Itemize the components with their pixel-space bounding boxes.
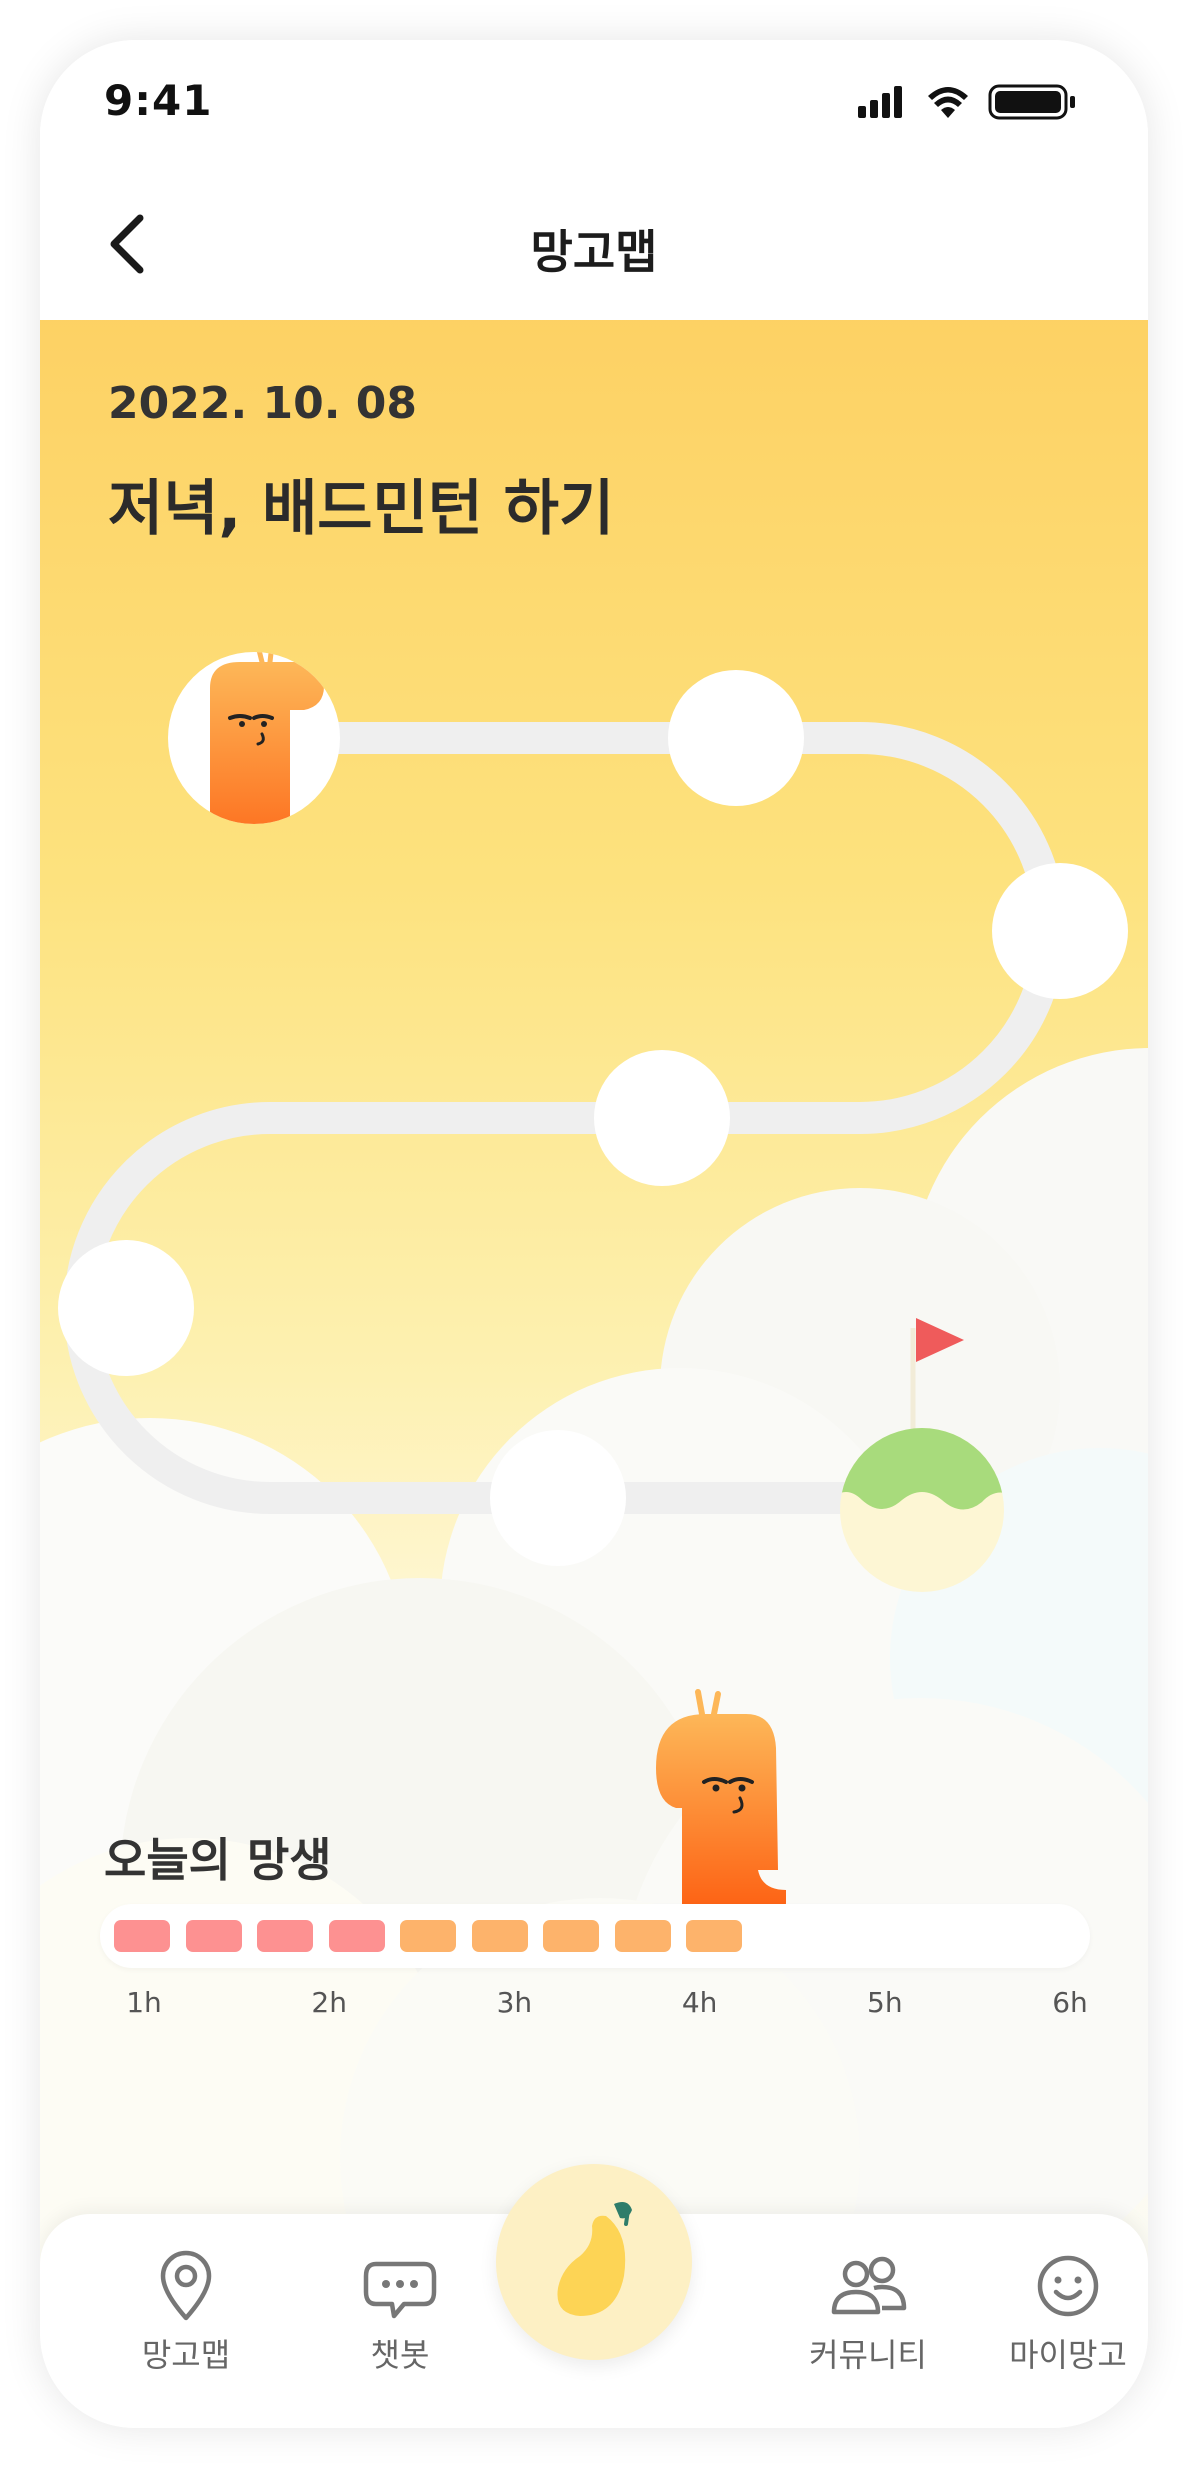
signal-icon [858, 86, 902, 118]
tab-mango-map[interactable]: 망고맵 [96, 2248, 276, 2398]
tab-community[interactable]: 커뮤니티 [778, 2248, 958, 2398]
tab-label: 망고맵 [141, 2336, 231, 2374]
navigation-bar: 망고맵 [40, 180, 1148, 320]
map-waypoint[interactable] [992, 863, 1128, 999]
progress-segment [114, 1920, 170, 1952]
progress-tick-label: 6h [1052, 1986, 1088, 2019]
progress-time-axis: 1h 2h 3h 4h 5h 6h [100, 1986, 1090, 2026]
community-icon [831, 2256, 907, 2315]
progress-segment [614, 1920, 671, 1952]
map-pin-icon [160, 2250, 212, 2321]
mango-map-illustration [40, 644, 1148, 2278]
map-waypoint[interactable] [594, 1050, 730, 1186]
map-waypoint[interactable] [58, 1240, 194, 1376]
progress-tick-label: 3h [496, 1986, 533, 2019]
mango-icon [557, 2202, 632, 2316]
progress-tick-label: 1h [126, 1986, 162, 2019]
status-bar: 9:41 [40, 40, 1148, 180]
progress-segment [257, 1920, 313, 1952]
progress-segment [686, 1920, 742, 1952]
wifi-icon [928, 87, 968, 118]
today-progress-label: 오늘의 망생 [104, 1833, 332, 1887]
mango-map-content: 2022. 10. 08 저녁, 배드민턴 하기 오늘의 망생 1h 2h 3h 4h… [40, 278, 1148, 2278]
center-mango-button[interactable] [496, 2164, 692, 2360]
today-progress-bar [100, 1904, 1090, 1968]
tab-chatbot[interactable]: 챗봇 [310, 2248, 490, 2398]
progress-tick-label: 2h [311, 1986, 347, 2019]
plan-date: 2022. 10. 08 [108, 378, 417, 429]
smiley-icon [1037, 2255, 1099, 2317]
tab-label: 커뮤니티 [809, 2336, 927, 2374]
status-icons [858, 84, 1075, 120]
cloud-background [40, 1048, 1148, 2278]
start-node-avatar[interactable] [168, 644, 340, 838]
tab-label: 챗봇 [370, 2336, 430, 2374]
phone-screen: 9:41 망고맵 2022. 10. 08 저녁, 배드민턴 하기 오늘의 망생… [40, 40, 1148, 2428]
battery-icon [988, 84, 1075, 120]
map-waypoint[interactable] [668, 670, 804, 806]
progress-segment [543, 1920, 599, 1952]
progress-tick-label: 5h [867, 1986, 903, 2019]
tab-label: 마이망고 [1009, 2336, 1127, 2374]
progress-segment [471, 1920, 528, 1952]
progress-segment [185, 1920, 242, 1952]
plan-title: 저녁, 배드민턴 하기 [108, 474, 615, 544]
progress-segment [328, 1920, 385, 1952]
status-time: 9:41 [104, 76, 213, 125]
progress-segment [400, 1920, 456, 1952]
map-waypoint[interactable] [490, 1430, 626, 1566]
progress-tick-label: 4h [681, 1986, 718, 2019]
page-title: 망고맵 [530, 225, 658, 279]
tab-my-mango[interactable]: 마이망고 [978, 2248, 1148, 2398]
chat-bubble-icon [363, 2261, 437, 2319]
